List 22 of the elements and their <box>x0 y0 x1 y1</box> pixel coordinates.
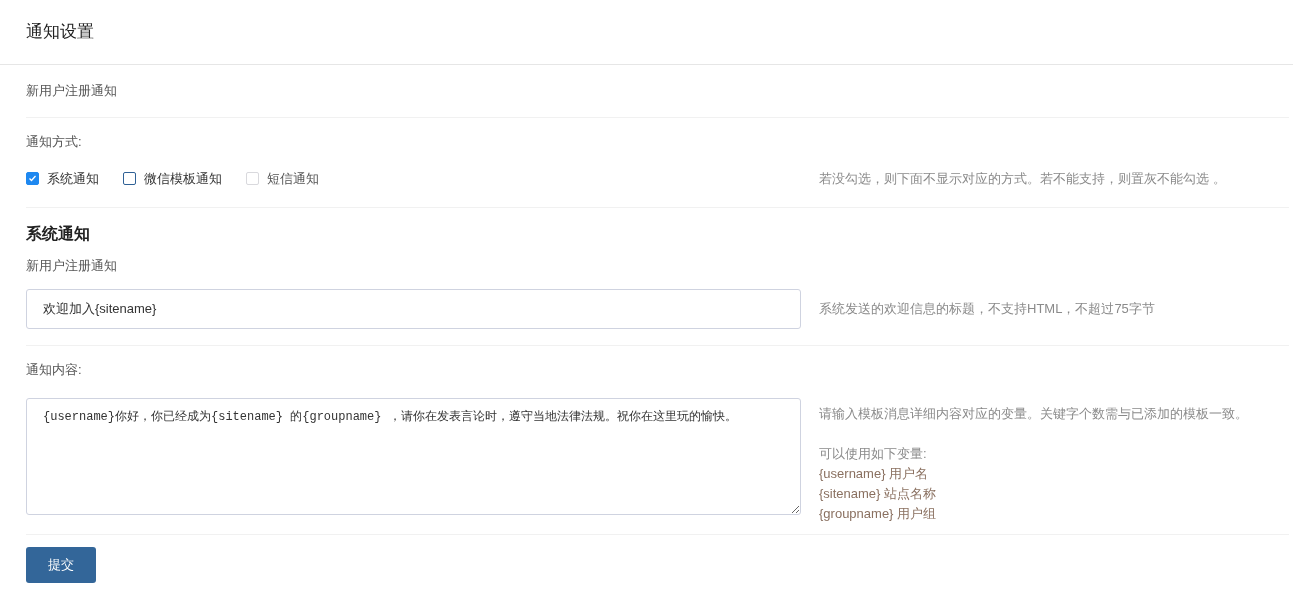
help-text: 系统发送的欢迎信息的标题，不支持HTML，不超过75字节 <box>819 300 1156 319</box>
variable-text: {username} 用户名 <box>819 464 930 483</box>
check-icon <box>28 174 37 184</box>
checkbox[interactable] <box>26 172 39 186</box>
submit-button[interactable]: 提交 <box>26 546 96 583</box>
content-textarea[interactable]: {username}你好，你已经成为{sitename} 的{groupname} ，请你在发表言论时，遵守当地法律法规。祝你在这里玩的愉快。 <box>26 397 801 515</box>
checkbox[interactable] <box>123 172 136 186</box>
help-text: 若没勾选，则下面不显示对应的方式。若不能支持，则置灰不能勾选 。 <box>819 170 1227 188</box>
field-label: 新用户注册通知 <box>26 256 118 275</box>
checkbox-label: 微信模板通知 <box>144 170 222 188</box>
section-heading: 系统通知 <box>26 223 91 244</box>
title-input[interactable]: 欢迎加入{sitename} <box>26 289 801 329</box>
page-title: 通知设置 <box>26 21 94 43</box>
help-text: 请输入模板消息详细内容对应的变量。关键字个数需与已添加的模板一致。 <box>819 404 1249 423</box>
field-label: 通知方式: <box>26 132 83 151</box>
variable-text: {groupname} 用户组 <box>819 504 938 523</box>
field-label: 通知内容: <box>26 361 83 379</box>
help-text: 可以使用如下变量: <box>819 444 928 463</box>
section-label: 新用户注册通知 <box>26 82 118 100</box>
checkbox-label: 短信通知 <box>267 170 319 188</box>
variable-text: {sitename} 站点名称 <box>819 484 938 503</box>
checkbox-label: 系统通知 <box>47 170 99 188</box>
